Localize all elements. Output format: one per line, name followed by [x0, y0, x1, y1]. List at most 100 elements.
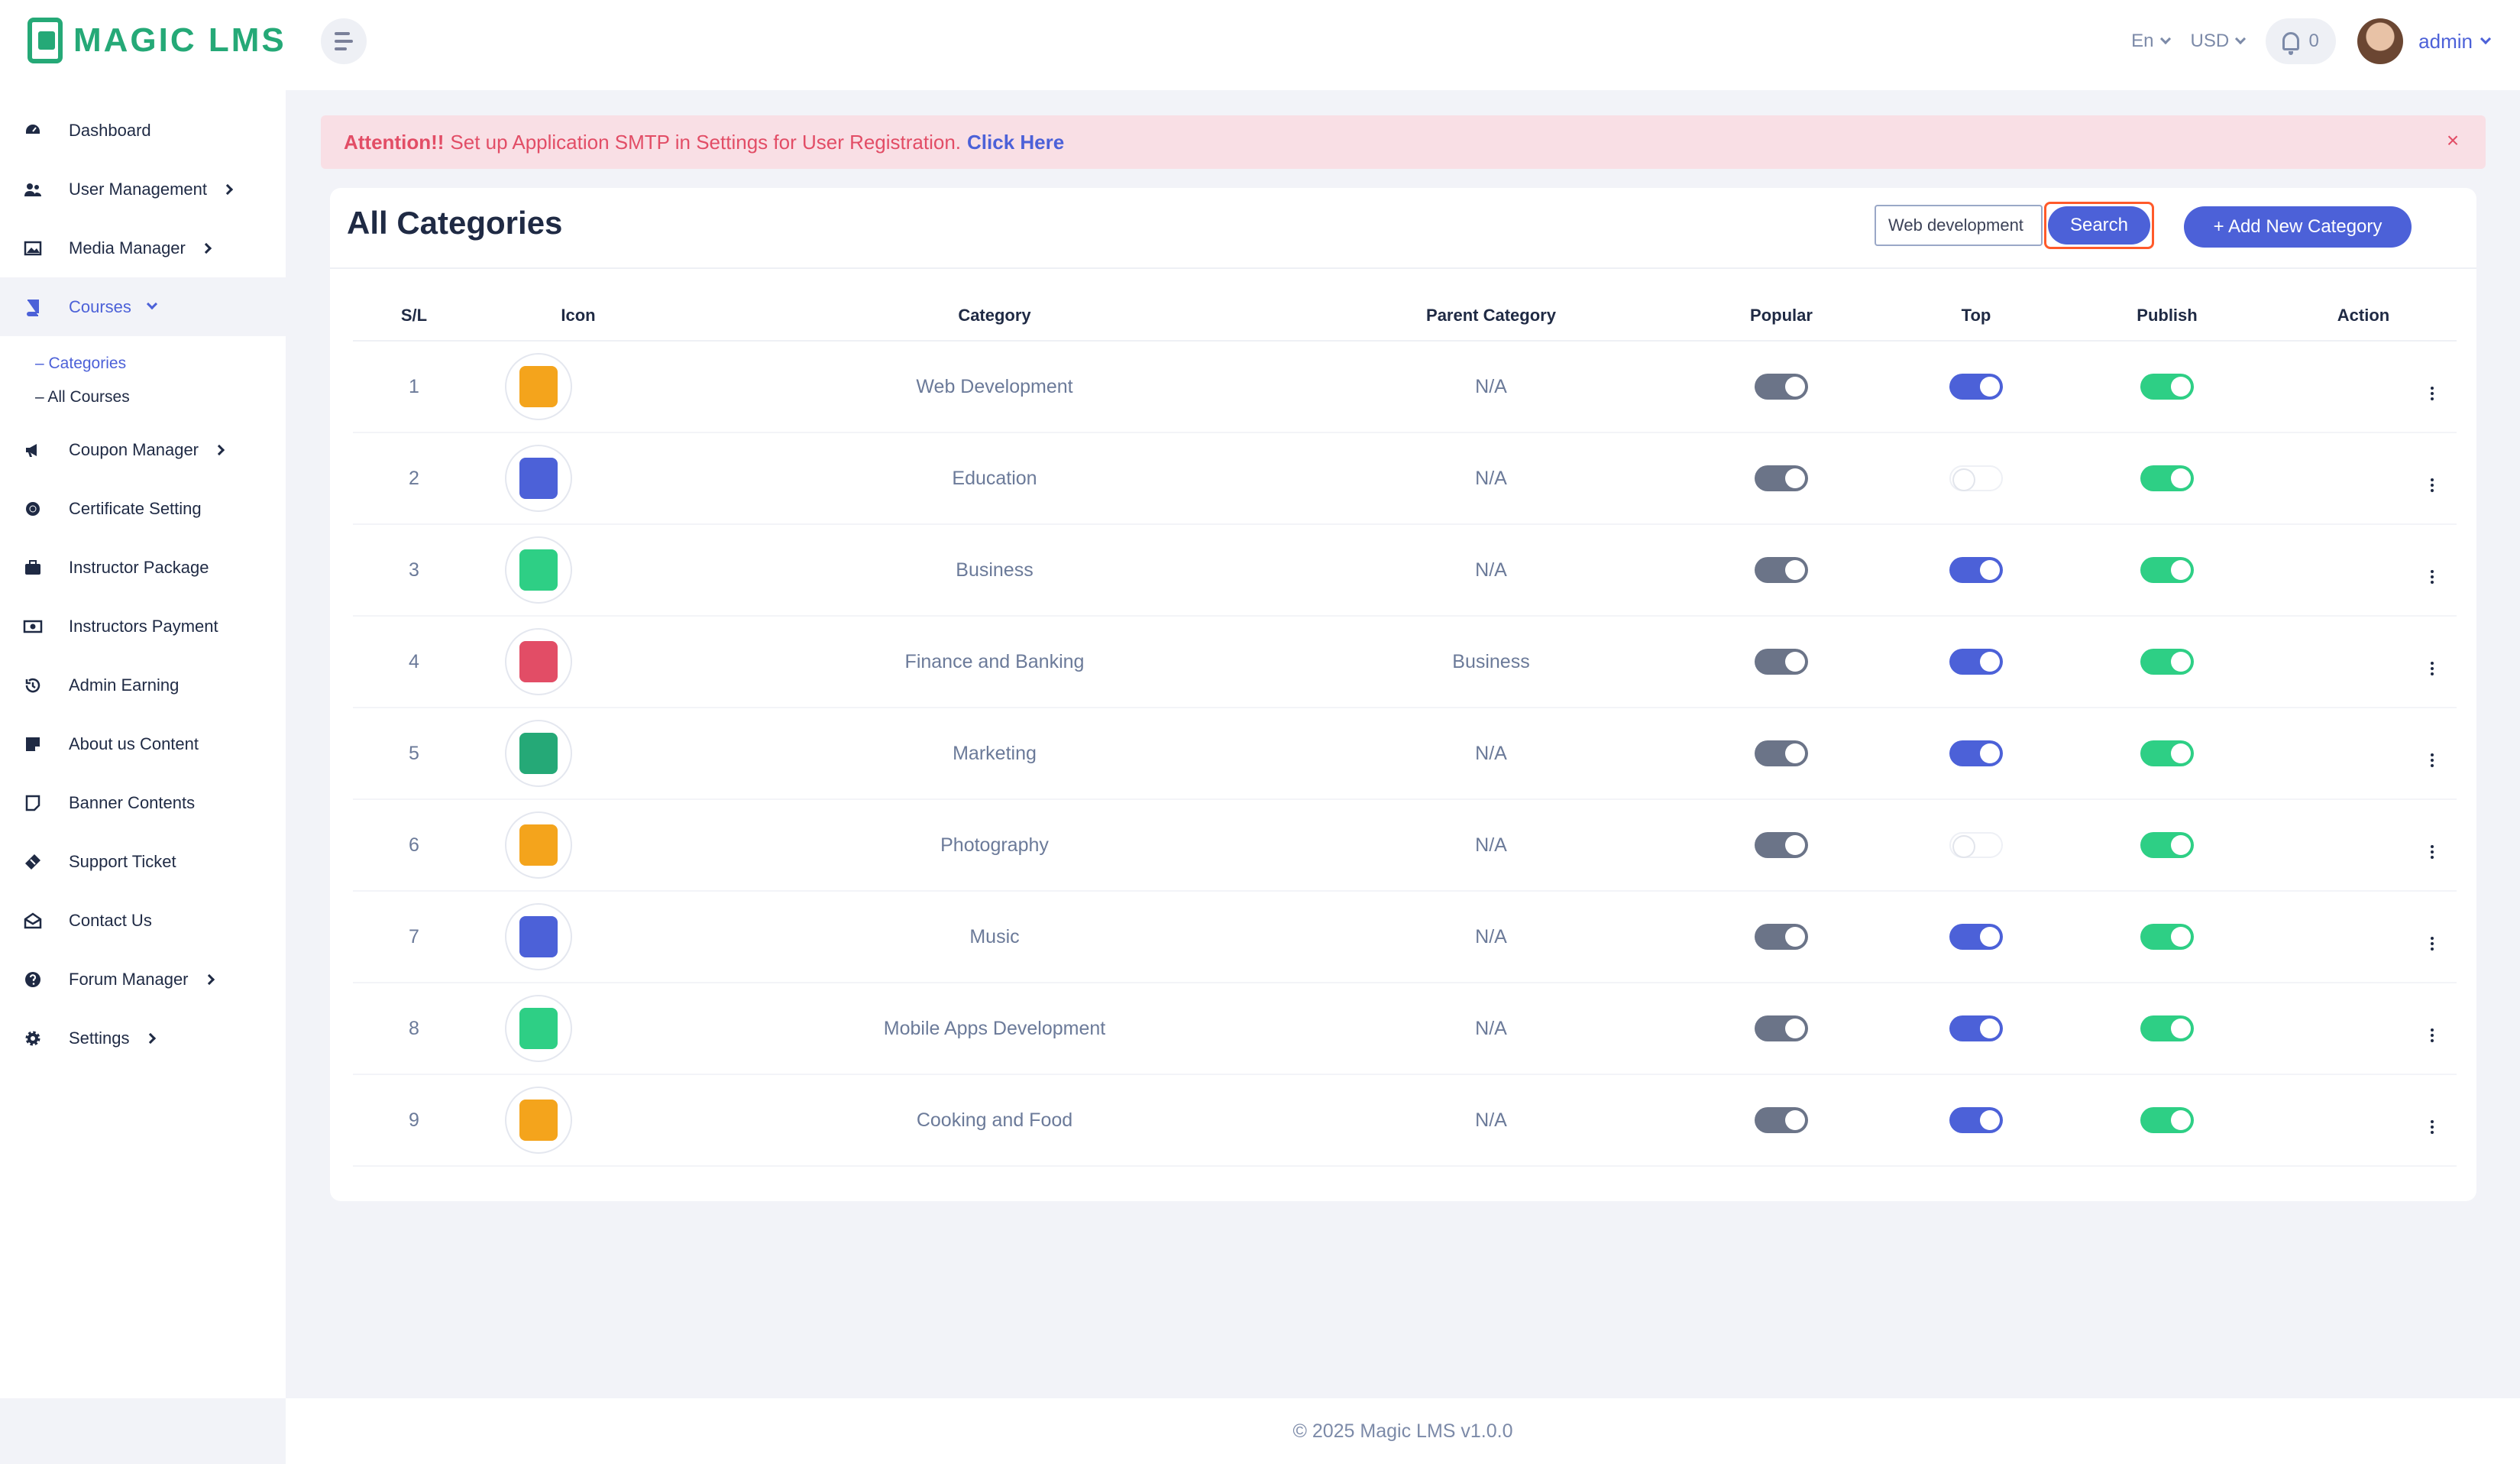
publish-toggle[interactable] [2140, 649, 2194, 675]
chevron-down-icon [146, 298, 157, 309]
sidebar-item-banner-contents[interactable]: Banner Contents [0, 773, 286, 832]
money-icon [23, 620, 43, 633]
more-options-icon[interactable] [2431, 1120, 2434, 1134]
publish-toggle[interactable] [2140, 740, 2194, 766]
sidebar-item-about-us-content[interactable]: About us Content [0, 714, 286, 773]
chevron-down-icon [2235, 33, 2247, 45]
sidebar-item-courses[interactable]: Courses [0, 277, 286, 336]
publish-toggle[interactable] [2140, 1107, 2194, 1133]
publish-toggle[interactable] [2140, 465, 2194, 491]
menu-toggle-button[interactable] [321, 18, 367, 64]
add-new-category-button[interactable]: + Add New Category [2184, 206, 2412, 248]
top-toggle[interactable] [1949, 649, 2003, 675]
top-toggle[interactable] [1949, 1107, 2003, 1133]
sidebar-item-label: Contact Us [69, 910, 152, 930]
table-row: 4 Finance and Banking Business [353, 616, 2457, 708]
popular-toggle[interactable] [1755, 649, 1808, 675]
row-sl: 1 [353, 341, 475, 433]
header-sl: S/L [353, 290, 475, 342]
more-options-icon[interactable] [2431, 937, 2434, 951]
publish-toggle[interactable] [2140, 557, 2194, 583]
sidebar-item-label: User Management [69, 179, 207, 199]
chevron-right-icon [144, 1032, 156, 1044]
avatar [2357, 18, 2404, 64]
megaphone-icon [26, 443, 37, 457]
sidebar-item-label: Instructor Package [69, 557, 209, 577]
sidebar-nav-lower: Coupon Manager Certificate Setting Instr… [0, 420, 286, 1067]
brand-logo[interactable]: MAGIC LMS [27, 17, 286, 64]
alert-link[interactable]: Click Here [967, 131, 1064, 154]
gear-icon [25, 1031, 40, 1045]
submenu-item-categories[interactable]: – Categories [35, 347, 286, 381]
row-category: Business [681, 524, 1308, 617]
sidebar-item-support-ticket[interactable]: Support Ticket [0, 832, 286, 891]
search-button[interactable]: Search [2048, 206, 2150, 245]
more-options-icon[interactable] [2431, 662, 2434, 675]
table-row: 9 Cooking and Food N/A [353, 1074, 2457, 1167]
sidebar-item-coupon-manager[interactable]: Coupon Manager [0, 420, 286, 479]
popular-toggle[interactable] [1755, 740, 1808, 766]
popular-toggle[interactable] [1755, 924, 1808, 950]
publish-toggle[interactable] [2140, 374, 2194, 400]
top-toggle[interactable] [1949, 465, 2003, 491]
sidebar-item-certificate-setting[interactable]: Certificate Setting [0, 479, 286, 538]
more-options-icon[interactable] [2431, 753, 2434, 767]
table-row: 5 Marketing N/A [353, 708, 2457, 800]
popular-toggle[interactable] [1755, 1015, 1808, 1041]
sidebar-item-instructors-payment[interactable]: Instructors Payment [0, 597, 286, 656]
popular-toggle[interactable] [1755, 1107, 1808, 1133]
top-toggle[interactable] [1949, 740, 2003, 766]
submenu-item-all-courses[interactable]: – All Courses [35, 381, 286, 414]
popular-toggle[interactable] [1755, 465, 1808, 491]
table-header-row: S/L Icon Category Parent Category Popula… [353, 290, 2457, 342]
row-sl: 3 [353, 524, 475, 617]
chevron-right-icon [222, 183, 234, 195]
image-icon [24, 241, 42, 255]
sidebar-item-media-manager[interactable]: Media Manager [0, 219, 286, 277]
header-popular: Popular [1674, 290, 1888, 342]
banner-icon [25, 795, 40, 811]
popular-toggle[interactable] [1755, 557, 1808, 583]
publish-toggle[interactable] [2140, 924, 2194, 950]
top-toggle[interactable] [1949, 832, 2003, 858]
popular-toggle[interactable] [1755, 374, 1808, 400]
currency-dropdown[interactable]: USD [2191, 31, 2247, 52]
close-icon[interactable]: × [2441, 129, 2464, 152]
sidebar-item-label: Instructors Payment [69, 616, 218, 636]
table-row: 2 Education N/A [353, 432, 2457, 525]
sidebar-item-dashboard[interactable]: Dashboard [0, 101, 286, 160]
sidebar-item-settings[interactable]: Settings [0, 1009, 286, 1067]
sidebar-item-admin-earning[interactable]: Admin Earning [0, 656, 286, 714]
table-body: 1 Web Development N/A 2 Education N/A 3 Busines… [353, 341, 2457, 1167]
more-options-icon[interactable] [2431, 478, 2434, 492]
more-options-icon[interactable] [2431, 387, 2434, 400]
row-category: Education [681, 432, 1308, 525]
category-icon [505, 811, 572, 879]
publish-toggle[interactable] [2140, 1015, 2194, 1041]
popular-toggle[interactable] [1755, 832, 1808, 858]
question-icon [25, 971, 40, 987]
publish-toggle[interactable] [2140, 832, 2194, 858]
top-toggle[interactable] [1949, 924, 2003, 950]
row-parent-category: N/A [1308, 799, 1674, 892]
top-toggle[interactable] [1949, 557, 2003, 583]
table-row: 3 Business N/A [353, 524, 2457, 617]
more-options-icon[interactable] [2431, 1028, 2434, 1042]
top-toggle[interactable] [1949, 1015, 2003, 1041]
more-options-icon[interactable] [2431, 845, 2434, 859]
sidebar-item-contact-us[interactable]: Contact Us [0, 891, 286, 950]
category-icon [505, 353, 572, 420]
user-menu[interactable]: admin [2357, 18, 2492, 64]
sidebar-item-label: Certificate Setting [69, 498, 202, 518]
book-icon [27, 299, 39, 316]
sidebar-item-instructor-package[interactable]: Instructor Package [0, 538, 286, 597]
sidebar-item-label: About us Content [69, 734, 199, 753]
row-sl: 6 [353, 799, 475, 892]
notification-button[interactable]: 0 [2266, 18, 2337, 64]
more-options-icon[interactable] [2431, 570, 2434, 584]
search-input[interactable] [1875, 205, 2043, 246]
top-toggle[interactable] [1949, 374, 2003, 400]
sidebar-item-forum-manager[interactable]: Forum Manager [0, 950, 286, 1009]
sidebar-item-user-management[interactable]: User Management [0, 160, 286, 219]
language-dropdown[interactable]: En [2131, 31, 2171, 52]
